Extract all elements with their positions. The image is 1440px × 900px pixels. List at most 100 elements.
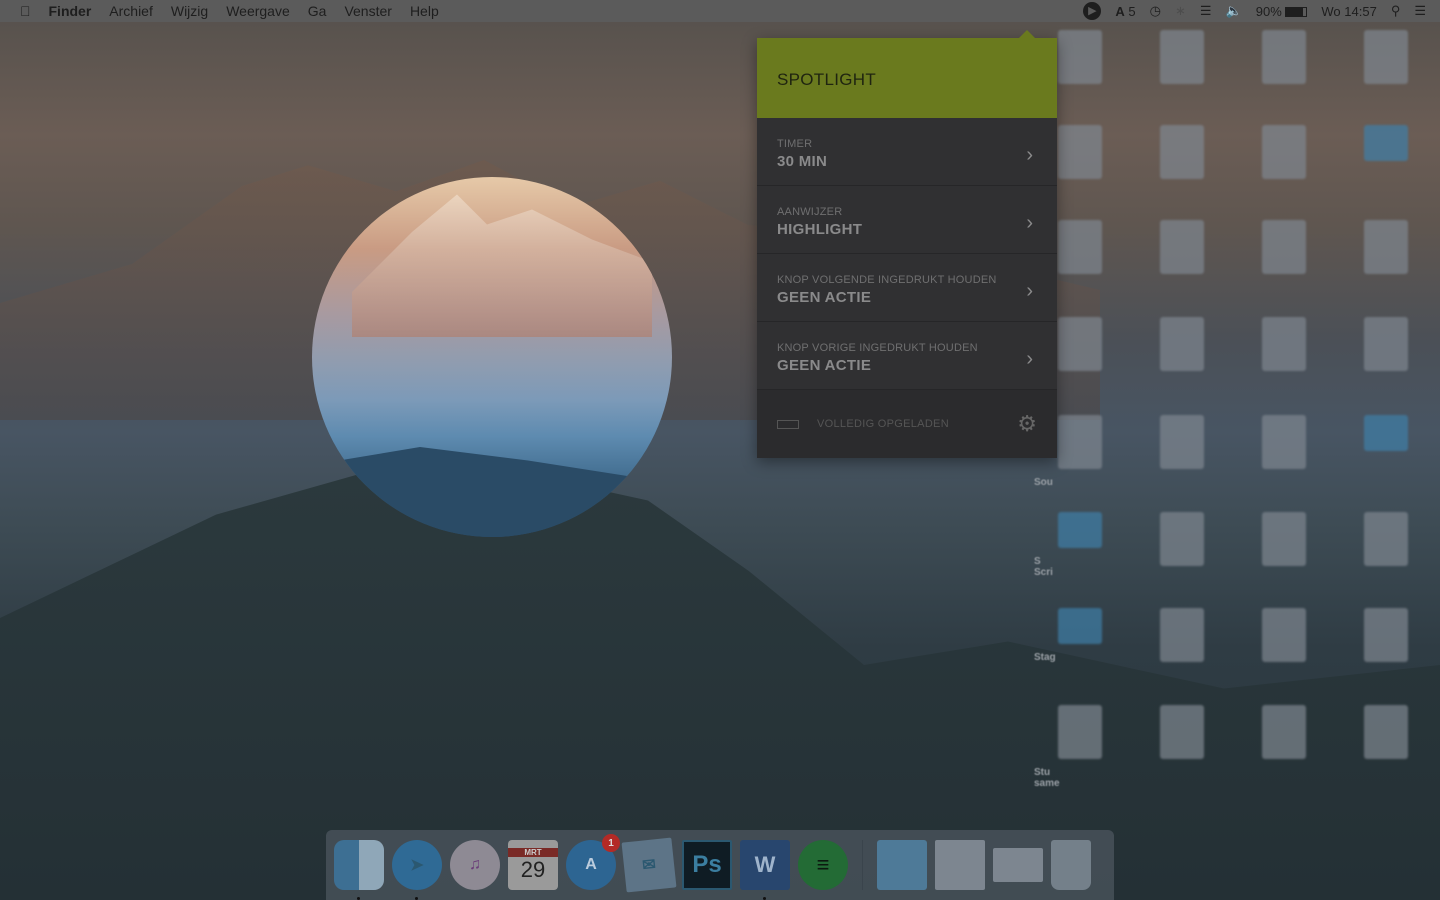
desktop-file-icon[interactable]: [1336, 317, 1436, 390]
desktop-file-icon[interactable]: [1132, 705, 1232, 778]
desktop-file-icon[interactable]: [1132, 125, 1232, 198]
desktop-file-icon[interactable]: [1336, 705, 1436, 778]
adobe-cc-icon[interactable]: A 5: [1115, 4, 1135, 19]
dock: ➤ ♫ MRT 29 A1 ✉ Ps W ≡: [326, 830, 1114, 900]
notification-center-icon[interactable]: ☰: [1414, 3, 1426, 19]
desktop-file-icon[interactable]: [1132, 608, 1232, 681]
file-thumbnail: [1364, 220, 1408, 274]
setting-timer[interactable]: TIMER 30 MIN ›: [757, 118, 1057, 186]
file-thumbnail: [1160, 608, 1204, 662]
desktop-file-icon[interactable]: [1234, 125, 1334, 198]
file-name: [1132, 92, 1232, 103]
chevron-right-icon: ›: [1026, 144, 1033, 166]
search-icon[interactable]: ⚲: [1391, 3, 1401, 19]
dock-finder[interactable]: [334, 840, 384, 900]
file-thumbnail: [1058, 512, 1102, 548]
file-thumbnail: [1364, 512, 1408, 566]
apple-icon[interactable]: : [0, 3, 40, 19]
menu-finder[interactable]: Finder: [40, 3, 101, 19]
dock-calendar[interactable]: MRT 29: [508, 840, 558, 890]
volume-icon[interactable]: 🔈: [1226, 3, 1242, 19]
gear-icon[interactable]: ⚙: [1017, 411, 1037, 437]
dock-itunes[interactable]: ♫: [450, 840, 500, 890]
menu-venster[interactable]: Venster: [335, 3, 400, 19]
spotlight-app-icon[interactable]: ▶: [1083, 2, 1102, 20]
clock[interactable]: Wo 14:57: [1321, 4, 1376, 19]
desktop-file-icon[interactable]: Stag: [1030, 608, 1130, 663]
desktop-file-icon[interactable]: [1336, 512, 1436, 585]
desktop-file-icon[interactable]: [1234, 512, 1334, 585]
file-thumbnail: [1262, 415, 1306, 469]
desktop-file-icon[interactable]: [1234, 220, 1334, 293]
menu-ga[interactable]: Ga: [299, 3, 336, 19]
desktop-file-icon[interactable]: [1336, 125, 1436, 180]
desktop-file-icon[interactable]: [1234, 705, 1334, 778]
calendar-month: MRT: [508, 847, 558, 857]
dock-mail[interactable]: ✉: [621, 837, 677, 893]
dock-separator: [862, 840, 863, 890]
file-name: [1234, 92, 1334, 103]
desktop-file-icon[interactable]: [1234, 608, 1334, 681]
chevron-right-icon: ›: [1026, 212, 1033, 234]
dock-app-store[interactable]: A1: [566, 834, 620, 890]
desktop-file-icon[interactable]: Stu same: [1030, 705, 1130, 789]
file-name: Stu: [1034, 767, 1051, 778]
file-name: [1234, 574, 1334, 585]
menu-archief[interactable]: Archief: [100, 3, 162, 19]
menu-wijzig[interactable]: Wijzig: [162, 3, 217, 19]
file-name: [1234, 379, 1334, 390]
desktop-file-icon[interactable]: [1336, 220, 1436, 293]
dock-trash[interactable]: [1051, 840, 1091, 890]
notification-badge: 1: [602, 834, 620, 852]
file-thumbnail: [1058, 705, 1102, 759]
desktop-file-icon[interactable]: [1234, 317, 1334, 390]
dock-word[interactable]: W: [740, 840, 790, 900]
adobe-count: 5: [1128, 3, 1136, 19]
dock-spotify[interactable]: ≡: [798, 840, 848, 890]
file-name: [1234, 670, 1334, 681]
desktop-file-icon[interactable]: [1132, 415, 1232, 488]
setting-label: AANWIJZER: [777, 206, 843, 218]
file-thumbnail: [1160, 415, 1204, 469]
desktop-file-icon[interactable]: [1234, 415, 1334, 488]
file-thumbnail: [1058, 125, 1102, 179]
file-thumbnail: [1058, 30, 1102, 84]
battery-status[interactable]: 90%: [1256, 4, 1308, 19]
file-thumbnail: [1160, 125, 1204, 179]
desktop-file-icon[interactable]: [1336, 608, 1436, 681]
desktop-file-icon[interactable]: [1234, 30, 1334, 103]
desktop-file-icon[interactable]: [1336, 415, 1436, 470]
spotlight-popup: SPOTLIGHT TIMER 30 MIN › AANWIJZER HIGHLIGH…: [757, 30, 1057, 458]
file-name: Scri: [1034, 567, 1053, 578]
setting-pointer[interactable]: AANWIJZER HIGHLIGHT ›: [757, 186, 1057, 254]
setting-hold-previous[interactable]: KNOP VORIGE INGEDRUKT HOUDEN GEEN ACTIE ›: [757, 322, 1057, 390]
battery-percent: 90%: [1255, 3, 1282, 19]
dock-safari[interactable]: ➤: [392, 840, 442, 900]
dock-photoshop[interactable]: Ps: [682, 840, 732, 890]
bluetooth-icon[interactable]: ∗: [1175, 3, 1186, 19]
file-name: [1132, 574, 1232, 585]
desktop-file-icon[interactable]: S Scri: [1030, 512, 1130, 578]
battery-status-text: VOLLEDIG OPGELADEN: [817, 418, 949, 430]
desktop-icons: Sou S Scri Stag Stu same: [1030, 25, 1440, 805]
menu-help[interactable]: Help: [401, 3, 448, 19]
time-machine-icon[interactable]: ◷: [1150, 3, 1161, 19]
file-thumbnail: [1160, 30, 1204, 84]
wifi-icon[interactable]: ☰: [1200, 3, 1212, 19]
desktop-file-icon[interactable]: [1132, 30, 1232, 103]
file-name: [1336, 459, 1436, 470]
desktop-file-icon[interactable]: [1132, 317, 1232, 390]
dock-safari-download[interactable]: [993, 848, 1043, 882]
dock-downloads-folder[interactable]: [877, 840, 927, 890]
dock-documents-stack[interactable]: [935, 840, 985, 890]
chevron-right-icon: ›: [1026, 348, 1033, 370]
setting-value: 30 MIN: [777, 153, 828, 170]
file-thumbnail: [1058, 608, 1102, 644]
menu-weergave[interactable]: Weergave: [217, 3, 299, 19]
setting-hold-next[interactable]: KNOP VOLGENDE INGEDRUKT HOUDEN GEEN ACTIE…: [757, 254, 1057, 322]
desktop-file-icon[interactable]: [1336, 30, 1436, 103]
desktop-file-icon[interactable]: [1132, 220, 1232, 293]
file-name: [1336, 92, 1436, 103]
desktop-file-icon[interactable]: [1132, 512, 1232, 585]
file-name: [1132, 187, 1232, 198]
